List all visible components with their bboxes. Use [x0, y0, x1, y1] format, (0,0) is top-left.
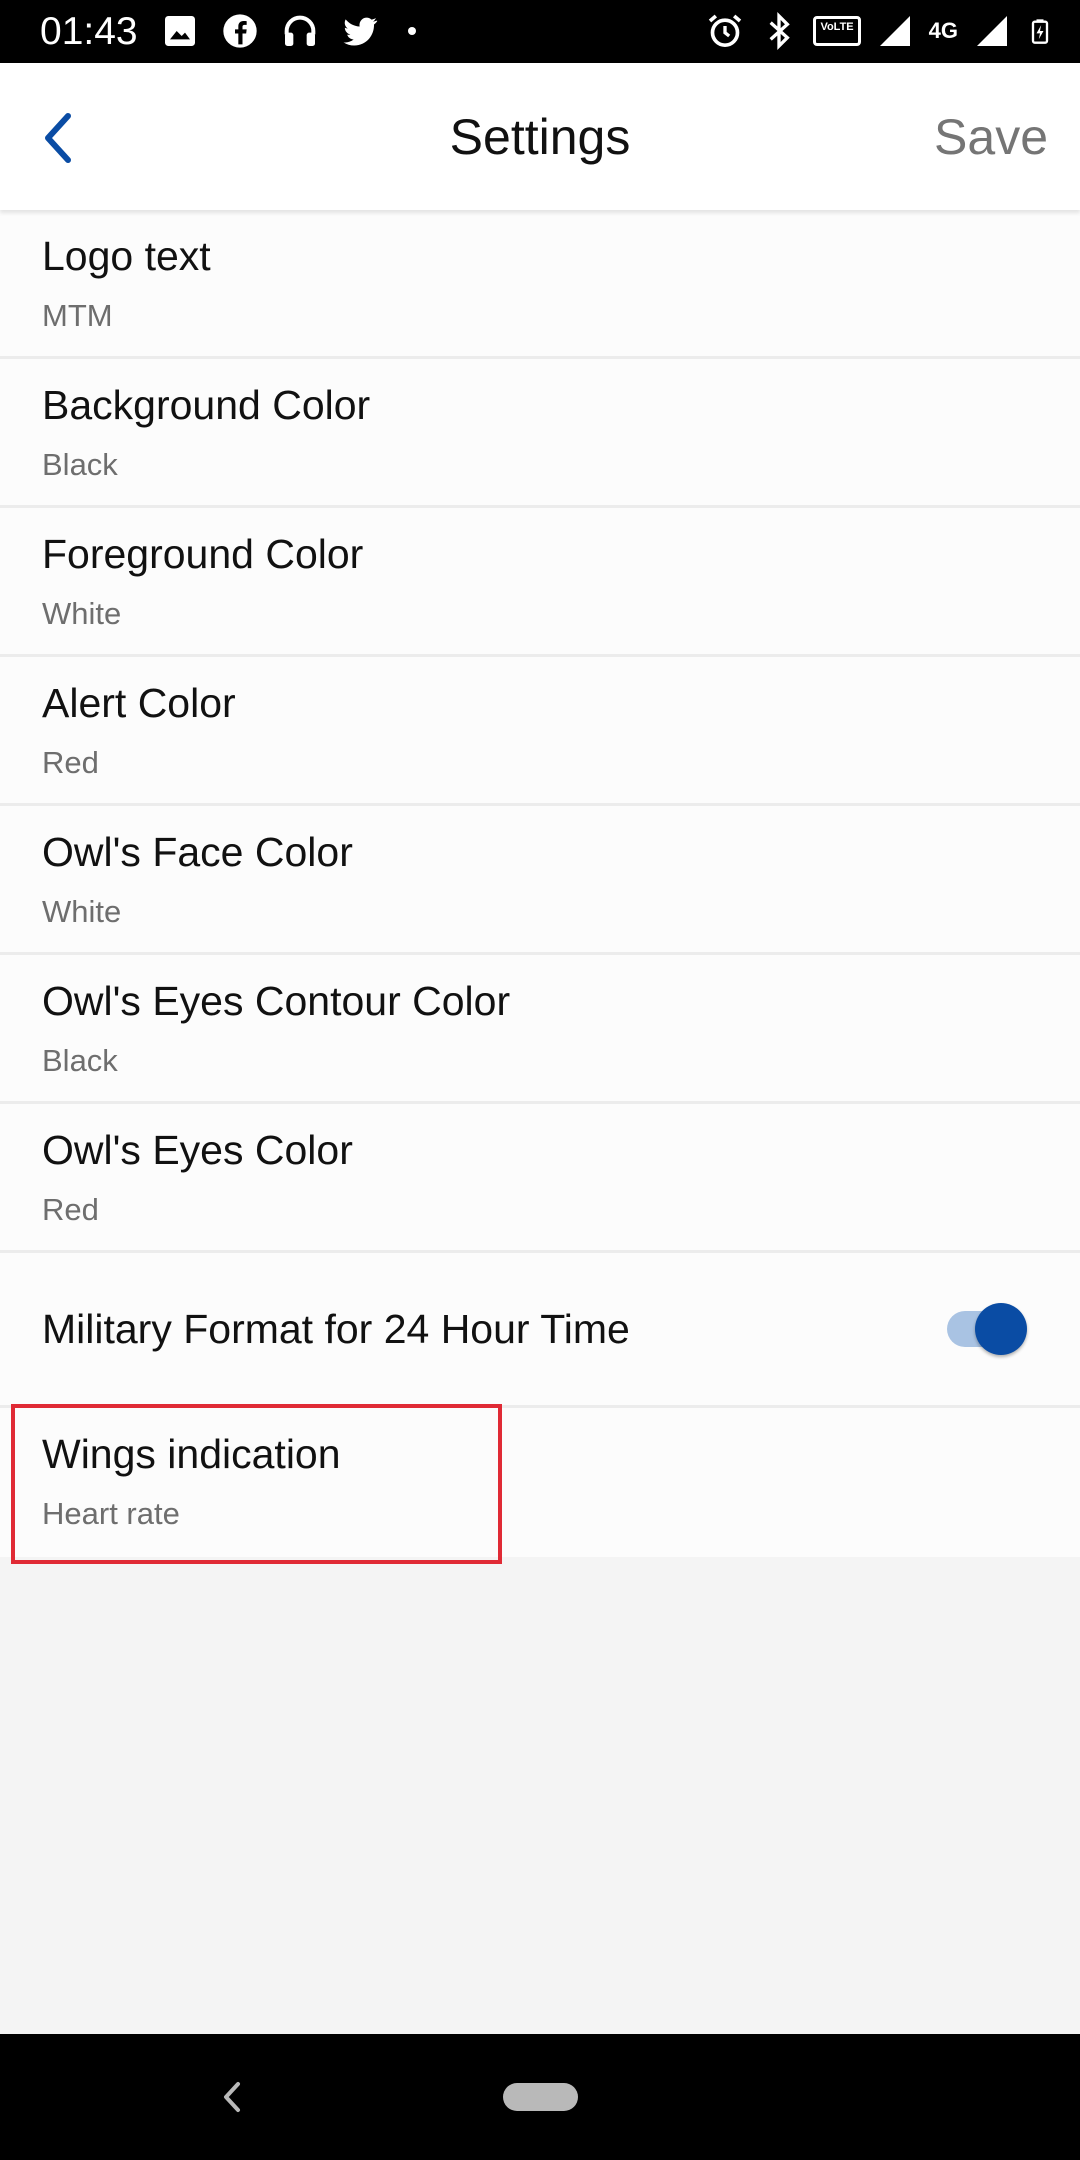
setting-title: Background Color — [42, 382, 371, 428]
alarm-icon — [709, 14, 742, 48]
setting-title: Alert Color — [42, 680, 236, 726]
setting-title: Wings indication — [42, 1431, 341, 1477]
toggle-thumb — [975, 1303, 1027, 1355]
4g-icon: 4G — [928, 18, 958, 43]
toggle-label: Military Format for 24 Hour Time — [42, 1306, 630, 1352]
setting-title: Foreground Color — [42, 531, 364, 577]
settings-list: Logo text MTM Background Color Black For… — [0, 210, 1080, 1564]
status-bar: 01:43 VoLTE 4G — [0, 0, 1080, 63]
setting-title: Logo text — [42, 233, 211, 279]
signal-icon-2 — [977, 16, 1007, 46]
twitter-icon — [343, 17, 378, 46]
app-bar: Settings Save — [0, 63, 1080, 210]
setting-row-owl-eyes-contour-color[interactable]: Owl's Eyes Contour Color Black — [0, 955, 1080, 1104]
image-icon — [165, 16, 195, 46]
setting-title: Owl's Eyes Contour Color — [42, 978, 511, 1024]
setting-value: MTM — [42, 298, 113, 333]
facebook-icon — [223, 14, 257, 48]
setting-row-owl-face-color[interactable]: Owl's Face Color White — [0, 806, 1080, 955]
nav-bar — [0, 2034, 1080, 2160]
military-format-toggle[interactable] — [945, 1301, 1030, 1357]
setting-row-alert-color[interactable]: Alert Color Red — [0, 657, 1080, 806]
setting-row-wings-indication[interactable]: Wings indication Heart rate — [0, 1404, 1080, 1564]
setting-value: Black — [42, 1043, 118, 1078]
headphones-icon — [284, 15, 316, 46]
setting-value: White — [42, 596, 122, 631]
signal-icon — [879, 16, 910, 46]
home-pill-icon[interactable] — [503, 2083, 578, 2111]
setting-row-logo-text[interactable]: Logo text MTM — [0, 210, 1080, 359]
setting-row-owl-eyes-color[interactable]: Owl's Eyes Color Red — [0, 1104, 1080, 1253]
volte-icon: VoLTE — [813, 16, 861, 46]
setting-row-background-color[interactable]: Background Color Black — [0, 359, 1080, 508]
setting-value: Red — [42, 1192, 99, 1227]
setting-value: Black — [42, 447, 118, 482]
setting-value: White — [42, 894, 122, 929]
setting-title: Owl's Eyes Color — [42, 1127, 353, 1173]
bluetooth-icon — [769, 11, 791, 51]
status-left-icons — [160, 11, 424, 51]
setting-value: Heart rate — [42, 1496, 180, 1531]
page-title: Settings — [449, 109, 631, 165]
status-time: 01:43 — [40, 10, 138, 53]
setting-value: Red — [42, 745, 99, 780]
battery-charging-icon — [1031, 19, 1049, 44]
dot-icon — [408, 27, 416, 35]
setting-row-military-format[interactable]: Military Format for 24 Hour Time — [0, 1253, 1080, 1408]
save-button[interactable]: Save — [934, 106, 1048, 168]
nav-back-icon[interactable] — [214, 2076, 250, 2118]
setting-row-foreground-color[interactable]: Foreground Color White — [0, 508, 1080, 657]
setting-title: Owl's Face Color — [42, 829, 353, 875]
status-right-icons: VoLTE 4G — [705, 11, 1054, 51]
